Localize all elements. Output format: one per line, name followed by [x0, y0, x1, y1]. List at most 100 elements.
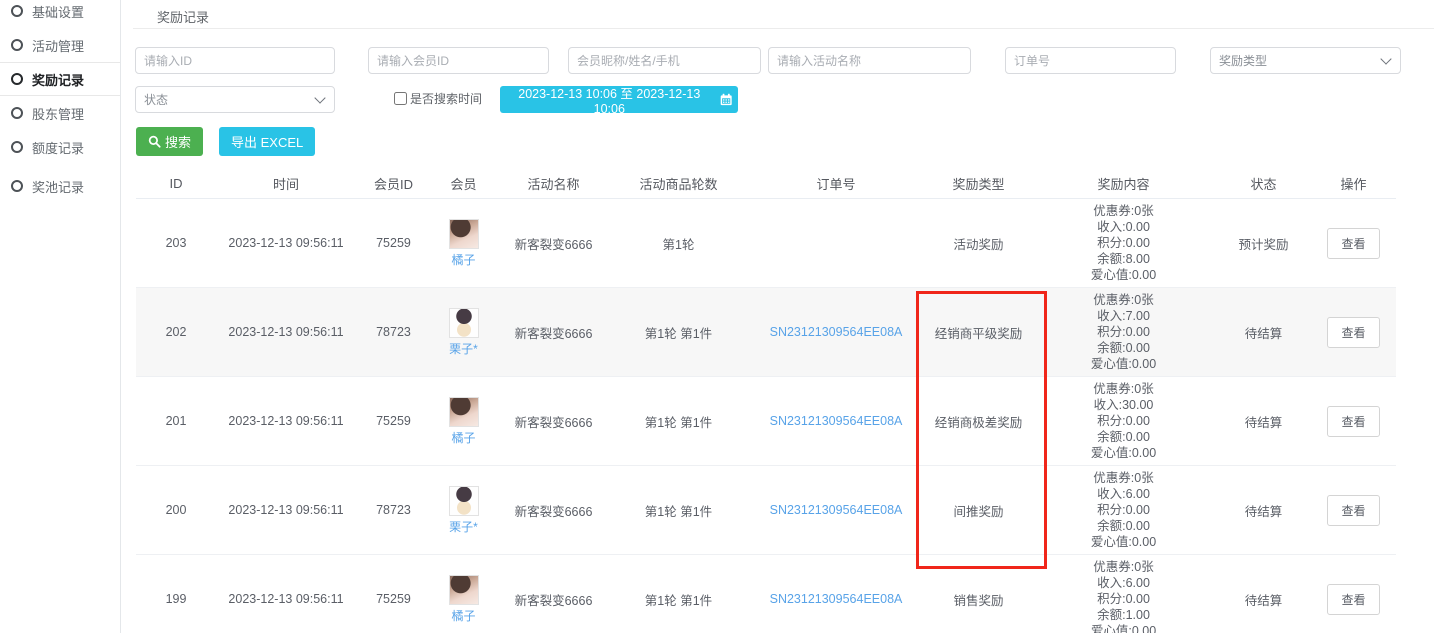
view-button[interactable]: 查看	[1327, 317, 1379, 348]
cell-reward-type: 经销商平级奖励	[926, 288, 1031, 377]
search-icon	[148, 135, 161, 148]
sidebar-item-activity-management[interactable]: 活动管理	[0, 28, 120, 62]
member-name-link[interactable]: 橘子	[451, 251, 475, 268]
cell-reward-type: 间推奖励	[926, 466, 1031, 555]
cell-status: 待结算	[1216, 288, 1311, 377]
col-header-reward-content: 奖励内容	[1031, 169, 1216, 199]
table-row: 202 2023-12-13 09:56:11 78723 栗子* 新客裂变66…	[136, 288, 1396, 377]
cell-id: 201	[136, 377, 216, 466]
chevron-down-icon	[1380, 53, 1391, 64]
cell-member-id: 78723	[356, 466, 431, 555]
member-avatar[interactable]	[449, 575, 479, 605]
view-button[interactable]: 查看	[1327, 584, 1379, 615]
col-header-time: 时间	[216, 169, 356, 199]
cell-member-id: 75259	[356, 555, 431, 633]
col-header-reward-type: 奖励类型	[926, 169, 1031, 199]
cell-member-id: 75259	[356, 377, 431, 466]
cell-id: 200	[136, 466, 216, 555]
member-name-link[interactable]: 栗子*	[449, 518, 478, 535]
export-excel-button[interactable]: 导出 EXCEL	[219, 127, 315, 156]
cell-status: 预计奖励	[1216, 199, 1311, 288]
search-time-checkbox-group: 是否搜索时间	[394, 90, 482, 107]
member-name-link[interactable]: 橘子	[451, 429, 475, 446]
col-header-round: 活动商品轮数	[611, 169, 746, 199]
sidebar-item-prize-pool-records[interactable]: 奖池记录	[0, 169, 120, 203]
cell-reward-content: 优惠券:0张 收入:6.00 积分:0.00 余额:0.00 爱心值:0.00	[1031, 466, 1216, 555]
cell-status: 待结算	[1216, 377, 1311, 466]
view-button[interactable]: 查看	[1327, 406, 1379, 437]
sidebar-item-basic-settings[interactable]: 基础设置	[0, 0, 120, 28]
member-id-input[interactable]	[368, 47, 549, 74]
sidebar-item-shareholder-management[interactable]: 股东管理	[0, 96, 120, 130]
order-no-input[interactable]	[1005, 47, 1176, 74]
sidebar: 基础设置 活动管理 奖励记录 股东管理 额度记录 奖池记录	[0, 0, 121, 633]
cell-action: 查看	[1311, 466, 1396, 555]
view-button[interactable]: 查看	[1327, 495, 1379, 526]
cell-action: 查看	[1311, 377, 1396, 466]
member-avatar[interactable]	[449, 308, 479, 338]
date-range-button[interactable]: 2023-12-13 10:06 至 2023-12-13 10:06	[500, 86, 738, 113]
cell-time: 2023-12-13 09:56:11	[216, 288, 356, 377]
cell-reward-content: 优惠券:0张 收入:0.00 积分:0.00 余额:8.00 爱心值:0.00	[1031, 199, 1216, 288]
member-name-input[interactable]	[568, 47, 761, 74]
cell-order-no[interactable]: SN23121309564EE08A	[746, 377, 926, 466]
circle-icon	[11, 180, 23, 192]
col-header-member: 会员	[431, 169, 496, 199]
status-select-value: 状态	[144, 91, 168, 108]
cell-id: 203	[136, 199, 216, 288]
cell-activity: 新客裂变6666	[496, 199, 611, 288]
cell-activity: 新客裂变6666	[496, 288, 611, 377]
export-excel-label: 导出 EXCEL	[231, 132, 303, 151]
sidebar-item-reward-records[interactable]: 奖励记录	[0, 62, 120, 96]
cell-time: 2023-12-13 09:56:11	[216, 377, 356, 466]
cell-member: 橘子	[431, 199, 496, 288]
table-row: 203 2023-12-13 09:56:11 75259 橘子 新客裂变666…	[136, 199, 1396, 288]
cell-time: 2023-12-13 09:56:11	[216, 466, 356, 555]
col-header-activity: 活动名称	[496, 169, 611, 199]
cell-activity: 新客裂变6666	[496, 466, 611, 555]
cell-action: 查看	[1311, 288, 1396, 377]
cell-reward-type: 活动奖励	[926, 199, 1031, 288]
cell-reward-content: 优惠券:0张 收入:6.00 积分:0.00 余额:1.00 爱心值:0.00	[1031, 555, 1216, 633]
member-name-link[interactable]: 橘子	[451, 607, 475, 624]
cell-member: 栗子*	[431, 288, 496, 377]
cell-order-no[interactable]: SN23121309564EE08A	[746, 555, 926, 633]
activity-name-input[interactable]	[768, 47, 971, 74]
cell-id: 202	[136, 288, 216, 377]
circle-icon	[11, 39, 23, 51]
member-avatar[interactable]	[449, 486, 479, 516]
cell-round: 第1轮 第1件	[611, 466, 746, 555]
cell-order-no[interactable]: SN23121309564EE08A	[746, 466, 926, 555]
sidebar-item-quota-records[interactable]: 额度记录	[0, 130, 120, 164]
circle-icon	[11, 5, 23, 17]
cell-round: 第1轮 第1件	[611, 377, 746, 466]
cell-round: 第1轮 第1件	[611, 555, 746, 633]
sidebar-item-label: 股东管理	[32, 104, 84, 123]
circle-icon	[11, 73, 23, 85]
reward-type-select[interactable]: 奖励类型	[1210, 47, 1401, 74]
col-header-action: 操作	[1311, 169, 1396, 199]
table-row: 201 2023-12-13 09:56:11 75259 橘子 新客裂变666…	[136, 377, 1396, 466]
cell-round: 第1轮 第1件	[611, 288, 746, 377]
cell-member: 橘子	[431, 377, 496, 466]
member-name-link[interactable]: 栗子*	[449, 340, 478, 357]
reward-records-table: ID 时间 会员ID 会员 活动名称 活动商品轮数 订单号 奖励类型 奖励内容 …	[136, 169, 1396, 633]
id-input[interactable]	[135, 47, 335, 74]
sidebar-item-label: 额度记录	[32, 138, 84, 157]
view-button[interactable]: 查看	[1327, 228, 1379, 259]
circle-icon	[11, 107, 23, 119]
sidebar-nav: 基础设置 活动管理 奖励记录 股东管理 额度记录 奖池记录	[0, 0, 120, 203]
member-avatar[interactable]	[449, 219, 479, 249]
cell-reward-content: 优惠券:0张 收入:7.00 积分:0.00 余额:0.00 爱心值:0.00	[1031, 288, 1216, 377]
cell-order-no[interactable]: SN23121309564EE08A	[746, 288, 926, 377]
reward-type-select-value: 奖励类型	[1219, 52, 1267, 69]
member-avatar[interactable]	[449, 397, 479, 427]
cell-order-no[interactable]	[746, 199, 926, 288]
date-range-text: 2023-12-13 10:06 至 2023-12-13 10:06	[506, 83, 713, 116]
sidebar-item-label: 奖励记录	[32, 70, 84, 89]
search-button[interactable]: 搜索	[136, 127, 203, 156]
table-header-row: ID 时间 会员ID 会员 活动名称 活动商品轮数 订单号 奖励类型 奖励内容 …	[136, 169, 1396, 199]
status-select[interactable]: 状态	[135, 86, 335, 113]
search-time-checkbox[interactable]	[394, 92, 407, 105]
cell-activity: 新客裂变6666	[496, 555, 611, 633]
